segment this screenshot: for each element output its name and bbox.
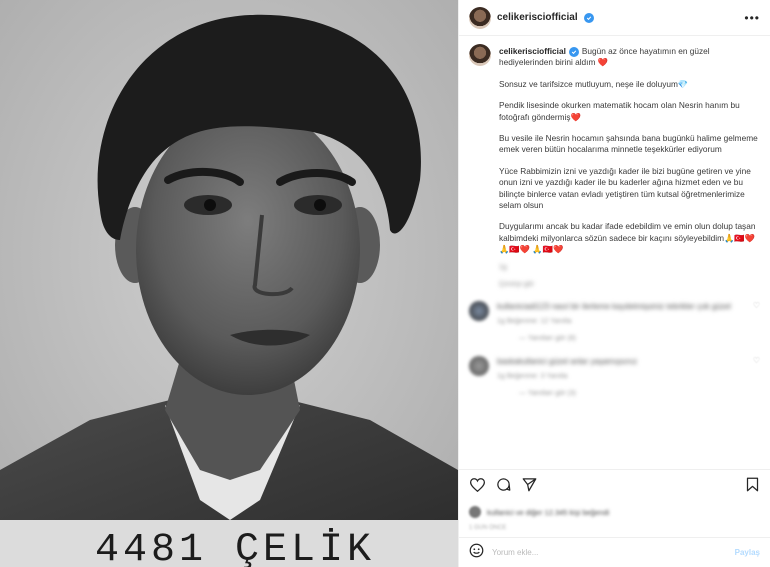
- caption-avatar[interactable]: [469, 44, 491, 66]
- share-icon[interactable]: [521, 477, 537, 493]
- post-photo[interactable]: 4481 ÇELİK: [0, 0, 458, 567]
- more-options-icon[interactable]: •••: [744, 11, 760, 25]
- post-header: celikerisciofficial •••: [459, 0, 770, 36]
- post-date: 1 GÜN ÖNCE: [469, 525, 507, 531]
- likes-text[interactable]: kullanici ve diğer 12.345 kişi beğendi: [487, 508, 609, 517]
- commenter-avatar[interactable]: [469, 300, 489, 321]
- caption-time: 1g: [499, 263, 507, 271]
- comment-meta[interactable]: 1g Beğenme: 3 Yanıtla: [497, 373, 745, 380]
- instagram-post: 4481 ÇELİK celikerisciofficial ••• celik…: [0, 0, 770, 567]
- liker-avatar[interactable]: [469, 506, 481, 518]
- action-bar: [459, 469, 770, 499]
- see-translation-link[interactable]: Çeviriyi gör: [499, 279, 760, 290]
- comment-item: kullaniciadi123 nasıl bir ilerleme kayde…: [469, 300, 760, 325]
- likes-row: kullanici ve diğer 12.345 kişi beğendi: [459, 499, 770, 525]
- bookmark-icon[interactable]: [744, 477, 760, 493]
- verified-badge-icon: [583, 12, 594, 23]
- comment-like-icon[interactable]: ♡: [753, 301, 760, 325]
- comments-section[interactable]: celikerisciofficial Bugün az önce hayatım…: [459, 36, 770, 469]
- caption-paragraph: Bu vesile ile Nesrin hocamın şahsında ba…: [499, 133, 758, 155]
- comment-icon[interactable]: [495, 477, 511, 493]
- comment-input[interactable]: Yorum ekle...: [492, 548, 727, 557]
- caption-paragraph: Sonsuz ve tarifsizce mutluyum, neşe ile …: [499, 78, 689, 89]
- view-replies-link[interactable]: — Yanıtları gör (8): [519, 335, 760, 342]
- caption-paragraph: Pendik lisesinde okurken matematik hocam…: [499, 100, 740, 122]
- comment-meta[interactable]: 1g Beğenme: 12 Yanıtla: [497, 318, 745, 325]
- add-comment-bar: Yorum ekle... Paylaş: [459, 537, 770, 567]
- comment-text: baskakullanici güzel anlar yaşamışsınız: [497, 356, 638, 366]
- caption-paragraph: Duygularımı ancak bu kadar ifade edebild…: [499, 221, 756, 255]
- caption-username[interactable]: celikerisciofficial: [499, 46, 566, 56]
- post-side-panel: celikerisciofficial ••• celikeriscioffic…: [458, 0, 770, 567]
- header-username[interactable]: celikerisciofficial: [497, 12, 578, 23]
- verified-badge-icon: [568, 47, 579, 57]
- comment-item: baskakullanici güzel anlar yaşamışsınız …: [469, 355, 760, 380]
- photo-plate-text: 4481 ÇELİK: [95, 527, 375, 567]
- post-comment-button[interactable]: Paylaş: [735, 548, 760, 557]
- caption-text: celikerisciofficial Bugün az önce hayatım…: [499, 46, 760, 301]
- portrait-image: 4481 ÇELİK: [0, 0, 458, 567]
- comment-like-icon[interactable]: ♡: [753, 356, 760, 380]
- emoji-icon[interactable]: [469, 543, 484, 563]
- commenter-avatar[interactable]: [469, 355, 489, 376]
- caption: celikerisciofficial Bugün az önce hayatım…: [469, 44, 760, 301]
- view-replies-link[interactable]: — Yanıtları gör (3): [519, 390, 760, 397]
- caption-paragraph: Yüce Rabbimizin izni ve yazdığı kader il…: [499, 165, 751, 211]
- profile-avatar[interactable]: [469, 6, 491, 29]
- comment-text: kullaniciadi123 nasıl bir ilerleme kayde…: [497, 301, 731, 311]
- heart-icon[interactable]: [469, 477, 485, 493]
